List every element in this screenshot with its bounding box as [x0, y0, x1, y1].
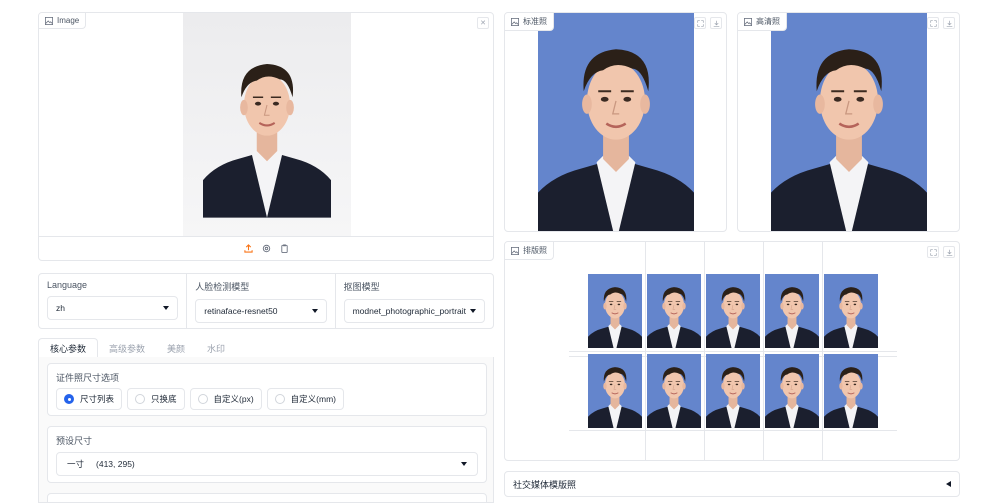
radio-change-bg-only[interactable]: 只换底	[127, 388, 185, 410]
matting-model-dropdown-group: 抠图模型 modnet_photographic_portrait	[336, 274, 493, 328]
tab-content: 证件照尺寸选项 尺寸列表 只换底 自定义(px) 自定义(mm) 预设尺寸 一寸…	[38, 357, 494, 503]
collapse-arrow-icon[interactable]	[946, 481, 951, 487]
matting-model-value: modnet_photographic_portrait	[352, 306, 467, 316]
layout-thumbnail	[706, 354, 760, 428]
language-select[interactable]: zh	[47, 296, 179, 320]
face-model-value: retinaface-resnet50	[204, 306, 278, 316]
webcam-icon[interactable]	[262, 244, 271, 253]
download-icon[interactable]	[943, 17, 955, 29]
image-icon	[511, 17, 519, 26]
radio-checked-icon	[64, 394, 74, 404]
standard-photo-panel: 标准照	[504, 12, 727, 232]
matting-model-label: 抠图模型	[343, 282, 380, 292]
upload-icon[interactable]	[243, 244, 253, 253]
face-model-dropdown-group: 人脸检测模型 retinaface-resnet50	[187, 274, 336, 328]
radio-unchecked-icon	[274, 394, 285, 404]
model-settings-row: Language zh 人脸检测模型 retinaface-resnet50 抠…	[38, 273, 494, 329]
standard-photo-label: 标准照	[505, 13, 554, 31]
tab-advanced-params[interactable]: 高级参数	[98, 338, 156, 358]
close-icon[interactable]: ✕	[477, 17, 489, 29]
input-image-label-text: Image	[57, 16, 80, 25]
radio-size-list[interactable]: 尺寸列表	[56, 388, 123, 410]
matting-model-select[interactable]: modnet_photographic_portrait	[343, 299, 486, 323]
hd-photo-label: 高清照	[738, 13, 787, 31]
radio-unchecked-icon	[197, 394, 208, 404]
radio-label: 尺寸列表	[80, 394, 115, 404]
layout-photo-panel: 排版照	[504, 241, 960, 461]
size-option-label: 证件照尺寸选项	[56, 373, 120, 383]
face-model-label: 人脸检测模型	[195, 282, 250, 292]
radio-label: 只换底	[151, 394, 177, 404]
layout-thumbnail	[824, 274, 878, 348]
image-icon	[45, 16, 53, 25]
layout-thumbnail	[647, 274, 701, 348]
layout-thumbnail	[588, 354, 642, 428]
language-value: zh	[56, 303, 65, 313]
preset-size-group: 预设尺寸 一寸 (413, 295)	[47, 426, 487, 483]
input-image-panel[interactable]: Image ✕	[38, 12, 494, 261]
next-group-partial	[47, 493, 487, 502]
radio-unchecked-icon	[135, 394, 146, 404]
social-media-template-label: 社交媒体模版照	[513, 479, 577, 490]
clipboard-icon[interactable]	[280, 244, 289, 253]
input-portrait-image	[183, 13, 351, 237]
fullscreen-icon[interactable]	[927, 246, 939, 258]
layout-thumbnail	[824, 354, 878, 428]
layout-thumbnail	[706, 274, 760, 348]
preset-dims: (413, 295)	[96, 459, 135, 469]
face-model-select[interactable]: retinaface-resnet50	[195, 299, 327, 323]
radio-custom-mm[interactable]: 自定义(mm)	[266, 388, 344, 410]
download-icon[interactable]	[943, 246, 955, 258]
layout-photo-label: 排版照	[505, 242, 554, 260]
tab-core-params[interactable]: 核心参数	[38, 338, 99, 358]
preset-size-select[interactable]: 一寸 (413, 295)	[56, 452, 478, 476]
hd-photo-panel: 高清照	[737, 12, 960, 232]
layout-thumbnail	[647, 354, 701, 428]
tab-watermark[interactable]: 水印	[196, 338, 236, 358]
radio-custom-px[interactable]: 自定义(px)	[189, 388, 262, 410]
download-icon[interactable]	[710, 17, 722, 29]
layout-thumbnail	[765, 354, 819, 428]
language-dropdown-group: Language zh	[39, 274, 188, 328]
input-image-label: Image	[39, 13, 87, 29]
chevron-down-icon	[311, 309, 318, 313]
radio-label: 自定义(mm)	[290, 394, 336, 404]
fullscreen-icon[interactable]	[927, 17, 939, 29]
image-icon	[511, 246, 519, 255]
hd-photo-image	[771, 13, 927, 231]
radio-label: 自定义(px)	[213, 394, 254, 404]
image-icon	[744, 17, 752, 26]
size-option-group: 证件照尺寸选项 尺寸列表 只换底 自定义(px) 自定义(mm)	[47, 363, 487, 416]
chevron-down-icon	[163, 306, 170, 310]
social-media-template-accordion[interactable]: 社交媒体模版照	[504, 471, 960, 497]
layout-thumbnail	[765, 274, 819, 348]
tab-beauty[interactable]: 美颜	[156, 338, 196, 358]
fullscreen-icon[interactable]	[694, 17, 706, 29]
layout-sheet-image	[569, 242, 897, 460]
standard-photo-label-text: 标准照	[523, 17, 547, 26]
chevron-down-icon	[470, 309, 477, 313]
parameter-tabs: 核心参数 高级参数 美颜 水印	[38, 338, 494, 358]
chevron-down-icon	[461, 462, 467, 466]
preset-name: 一寸	[67, 459, 85, 469]
layout-thumbnail	[588, 274, 642, 348]
standard-photo-image	[538, 13, 694, 231]
upload-toolbar	[39, 236, 493, 260]
language-label: Language	[47, 280, 88, 290]
hd-photo-label-text: 高清照	[756, 17, 780, 26]
preset-size-label: 预设尺寸	[56, 436, 93, 446]
layout-photo-label-text: 排版照	[523, 246, 547, 255]
